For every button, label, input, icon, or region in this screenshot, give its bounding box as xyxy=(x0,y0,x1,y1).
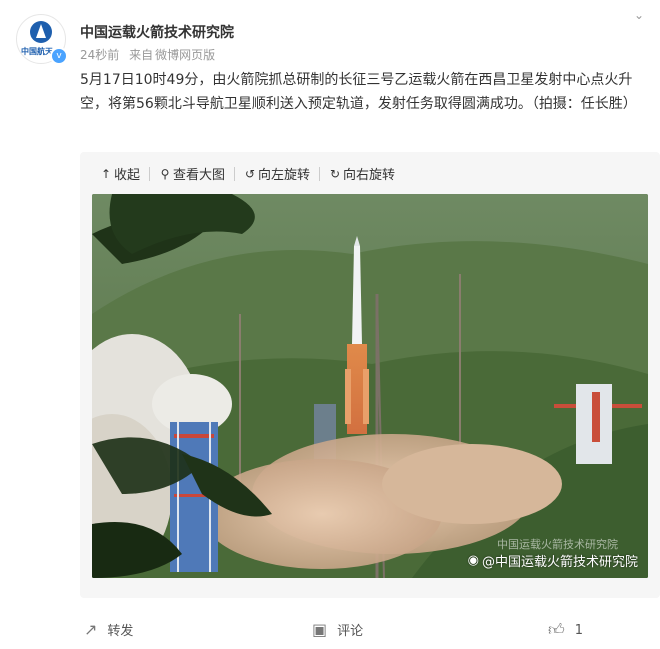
collapse-label: 收起 xyxy=(114,168,141,183)
post-subline: 24秒前 来自 微博网页版 xyxy=(80,46,234,63)
rotate-left-icon: ↺ xyxy=(245,166,256,181)
avatar-text: 中国航天 xyxy=(21,47,53,56)
toolbar-divider xyxy=(234,167,236,181)
post-source[interactable]: 微博网页版 xyxy=(155,48,215,62)
share-button[interactable]: ↗ 转发 xyxy=(84,620,133,639)
thumbs-up-icon: 👍︎ xyxy=(548,620,565,639)
post-meta: 中国运载火箭技术研究院 24秒前 来自 微博网页版 xyxy=(80,14,234,64)
photo-faint-watermark: 中国运载火箭技术研究院 xyxy=(497,538,618,551)
username[interactable]: 中国运载火箭技术研究院 xyxy=(80,22,234,42)
source-prefix: 来自 xyxy=(129,48,154,62)
weibo-icon: ◉ xyxy=(467,553,479,568)
photo-illustration xyxy=(92,194,648,578)
rocket-launch-photo[interactable]: 中国运载火箭技术研究院 ◉ @中国运载火箭技术研究院 xyxy=(92,194,648,578)
comment-button[interactable]: ▣ 评论 xyxy=(312,620,363,639)
toolbar-divider xyxy=(149,167,151,181)
avatar[interactable]: 中国航天 v xyxy=(16,14,68,65)
collapse-button[interactable]: ↑ 收起 xyxy=(100,164,141,184)
image-toolbar: ↑ 收起 ⚲ 查看大图 ↺ 向左旋转 ↻ 向右旋转 xyxy=(100,164,396,184)
toolbar-divider xyxy=(319,167,321,181)
like-button[interactable]: 👍︎ 1 xyxy=(548,620,583,640)
share-label: 转发 xyxy=(107,624,134,639)
media-card: ↑ 收起 ⚲ 查看大图 ↺ 向左旋转 ↻ 向右旋转 中国运载火箭技术研究院 ◉ … xyxy=(80,152,660,598)
expand-chevron-icon[interactable]: ⌄ xyxy=(634,8,644,22)
action-bar: ↗ 转发 ▣ 评论 👍︎ 1 xyxy=(0,620,660,644)
rotate-left-button[interactable]: ↺ 向左旋转 xyxy=(244,164,311,184)
arrow-up-icon: ↑ xyxy=(100,166,112,181)
cast-logo-icon xyxy=(30,21,52,43)
magnifier-icon: ⚲ xyxy=(160,166,170,181)
like-count: 1 xyxy=(574,622,584,638)
photo-watermark: ◉ @中国运载火箭技术研究院 xyxy=(468,551,638,570)
post-text: 5月17日10时49分，由火箭院抓总研制的长征三号乙运载火箭在西昌卫星发射中心点… xyxy=(80,72,637,112)
verified-badge-icon: v xyxy=(50,47,68,65)
watermark-text: @中国运载火箭技术研究院 xyxy=(481,555,638,570)
view-large-button[interactable]: ⚲ 查看大图 xyxy=(159,164,226,184)
rotate-left-label: 向左旋转 xyxy=(258,168,311,183)
view-large-label: 查看大图 xyxy=(173,168,226,183)
rotate-right-label: 向右旋转 xyxy=(343,168,396,183)
comment-label: 评论 xyxy=(337,624,364,639)
rotate-right-icon: ↻ xyxy=(330,166,341,181)
comment-icon: ▣ xyxy=(312,620,328,639)
share-icon: ↗ xyxy=(84,620,98,639)
post-header: 中国航天 v 中国运载火箭技术研究院 24秒前 来自 微博网页版 xyxy=(16,14,234,65)
rotate-right-button[interactable]: ↻ 向右旋转 xyxy=(329,164,396,184)
post-time[interactable]: 24秒前 xyxy=(80,48,119,62)
